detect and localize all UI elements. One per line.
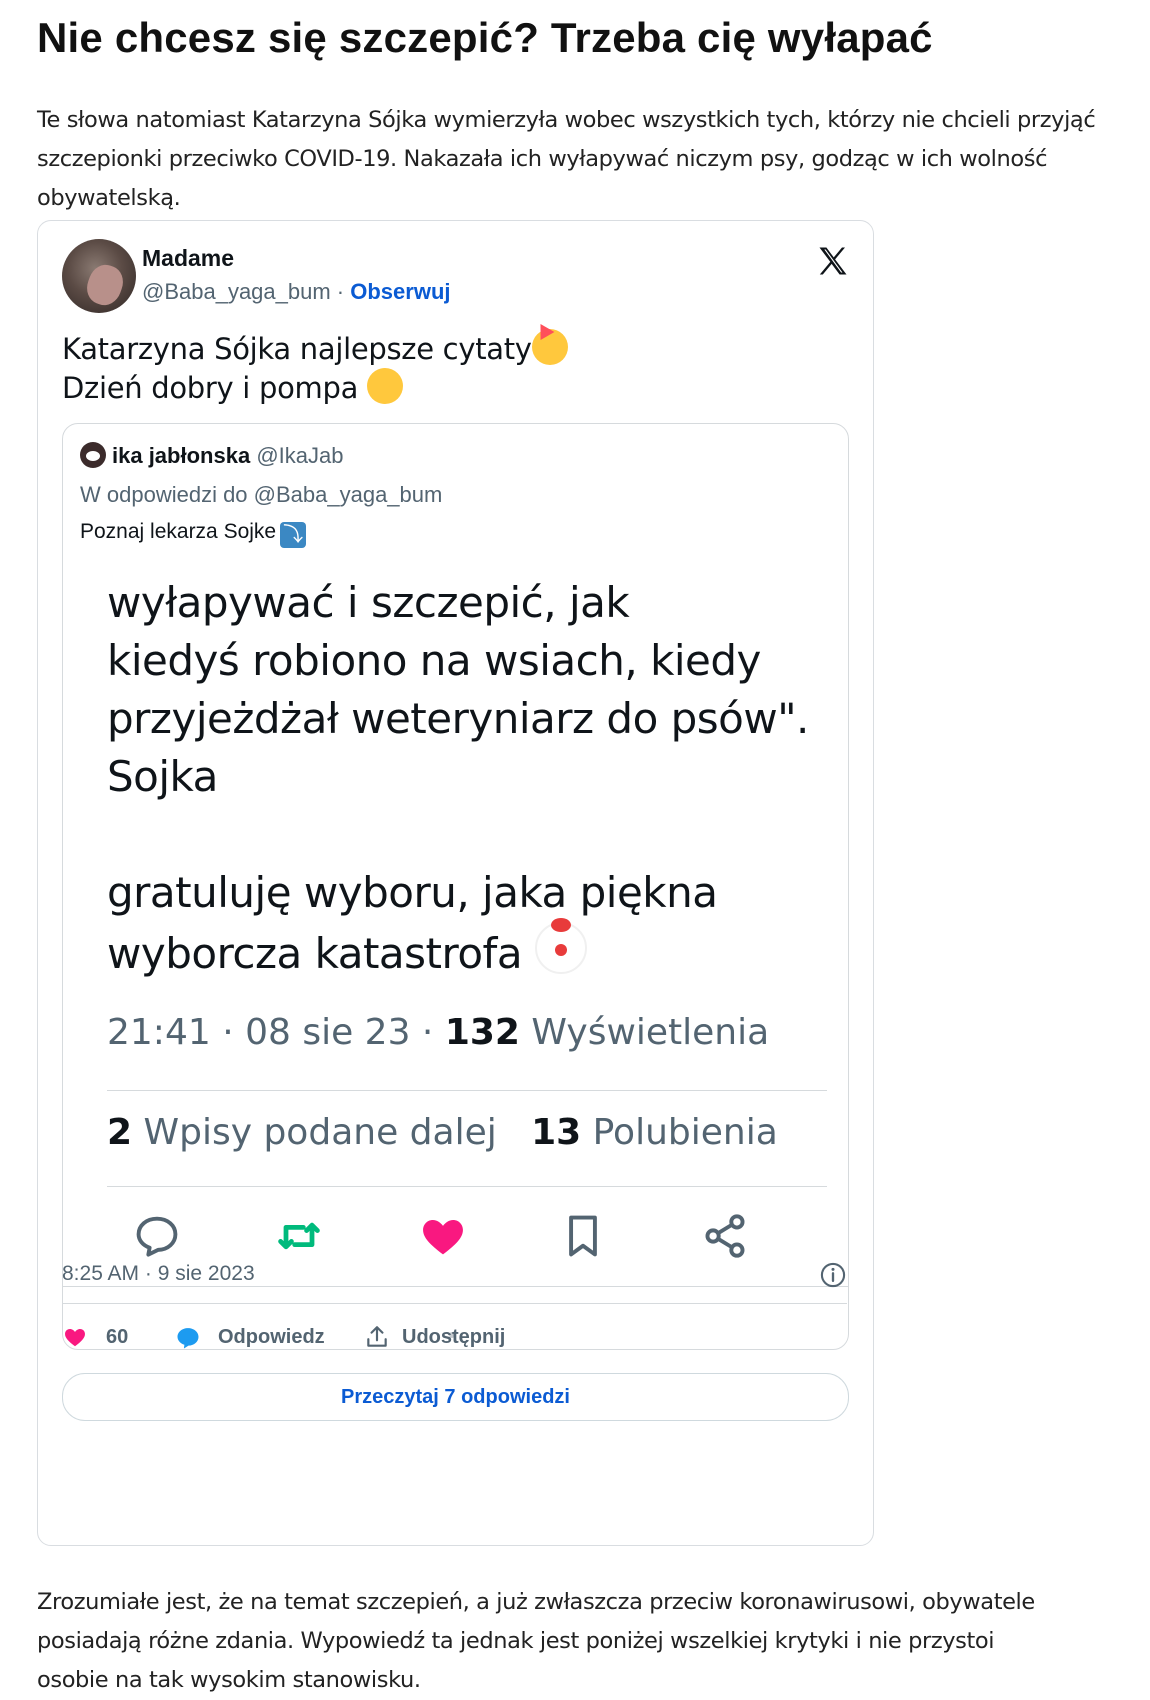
quoted-meta-time: 21:41 · 08 sie 23 · — [107, 1012, 445, 1053]
divider — [107, 1186, 827, 1187]
yawn-face-icon — [367, 368, 403, 404]
tweet-text-line-2-content: Dzień dobry i pompa — [62, 371, 367, 405]
quoted-action-bar — [107, 1210, 827, 1270]
read-replies-button[interactable]: Przeczytaj 7 odpowiedzi — [62, 1373, 849, 1421]
quoted-intro-row: Poznaj lekarza Sojke ⤵ — [80, 520, 307, 548]
share-icon[interactable] — [699, 1210, 751, 1262]
divider — [63, 1286, 848, 1287]
tweet-text-line-2: Dzień dobry i pompa — [62, 368, 568, 407]
quoted-tweet[interactable]: ika jabłonska @IkaJab W odpowiedzi do @B… — [62, 423, 849, 1350]
tweet-footer-actions: 60 Odpowiedz Udostępnij — [62, 1317, 847, 1357]
article-paragraph-1: Te słowa natomiast Katarzyna Sójka wymie… — [37, 107, 1096, 211]
like-count: 60 — [106, 1326, 129, 1348]
quoted-reply-to: W odpowiedzi do @Baba_yaga_bum — [80, 482, 443, 507]
quoted-body-line-1: wyłapywać i szczepić, jak — [107, 578, 630, 627]
quoted-likes-count: 13 — [531, 1112, 582, 1153]
quoted-author-row: ika jabłonska @IkaJab — [80, 442, 343, 469]
share-button[interactable]: Udostępnij — [364, 1317, 534, 1357]
tweet-text-line-1-content: Katarzyna Sójka najlepsze cytaty — [62, 332, 532, 366]
quoted-body-line-2: kiedyś robiono na wsiach, kiedy — [107, 636, 761, 685]
divider — [62, 1303, 847, 1304]
reply-icon[interactable] — [131, 1210, 183, 1262]
quoted-stats: 2 Wpisy podane dalej 13 Polubienia — [107, 1112, 778, 1153]
tweet-text-line-1: Katarzyna Sójka najlepsze cytaty — [62, 329, 568, 368]
like-button[interactable]: 60 — [62, 1317, 142, 1357]
tweet-author-name[interactable]: Madame — [142, 245, 234, 272]
reply-button[interactable]: Odpowiedz — [174, 1317, 344, 1357]
quoted-body-line-3: przyjeżdżał weteryniarz do psów". — [107, 694, 809, 743]
article-headline: Nie chcesz się szczepić? Trzeba cię wyła… — [37, 14, 933, 61]
bookmark-icon[interactable] — [557, 1210, 609, 1262]
divider — [107, 1090, 827, 1091]
avatar[interactable] — [62, 239, 136, 313]
quoted-body-line-6-row: wyborcza katastrofa — [107, 918, 827, 983]
quoted-retweets-label: Wpisy podane dalej — [132, 1112, 497, 1153]
quoted-meta: 21:41 · 08 sie 23 · 132 Wyświetlenia — [107, 1012, 769, 1053]
follow-button[interactable]: Obserwuj — [350, 279, 450, 304]
retweet-icon[interactable] — [273, 1210, 325, 1262]
quoted-body-line-5: gratuluję wyboru, jaka piękna — [107, 868, 718, 917]
tweet-text: Katarzyna Sójka najlepsze cytaty Dzień d… — [62, 329, 568, 407]
tweet-author-handle-row: @Baba_yaga_bum · Obserwuj — [142, 279, 451, 305]
info-icon[interactable] — [819, 1261, 847, 1289]
tweet-timestamp[interactable]: 8:25 AM · 9 sie 2023 — [62, 1262, 255, 1286]
tweet-author-handle[interactable]: @Baba_yaga_bum — [142, 279, 331, 304]
quoted-screenshot-text: wyłapywać i szczepić, jak kiedyś robiono… — [107, 574, 827, 983]
article-paragraph-2: Zrozumiałe jest, że na temat szczepień, … — [37, 1589, 1035, 1693]
clown-icon — [534, 918, 587, 974]
separator-dot: · — [330, 279, 351, 304]
speech-bubble-icon — [177, 1328, 199, 1349]
x-logo-icon[interactable] — [815, 243, 851, 279]
upload-icon — [367, 1326, 387, 1347]
quoted-likes-label: Polubienia — [581, 1112, 778, 1153]
quoted-intro-text: Poznaj lekarza Sojke — [80, 520, 277, 543]
quoted-body-line-6: wyborcza katastrofa — [107, 929, 535, 978]
heart-icon — [65, 1328, 85, 1347]
heart-icon[interactable] — [417, 1210, 469, 1262]
quoted-retweets-count: 2 — [107, 1112, 133, 1153]
quoted-body-line-4: Sojka — [107, 752, 218, 801]
party-face-icon — [531, 329, 568, 365]
quoted-avatar-icon — [80, 442, 106, 468]
tweet-embed-card[interactable]: Madame @Baba_yaga_bum · Obserwuj Katarzy… — [37, 220, 874, 1546]
quoted-views-label: Wyświetlenia — [519, 1012, 770, 1053]
article-page: Nie chcesz się szczepić? Trzeba cię wyła… — [0, 0, 1150, 1700]
share-label: Udostępnij — [402, 1326, 506, 1348]
quoted-author-name[interactable]: ika jabłonska — [112, 443, 250, 468]
reply-label: Odpowiedz — [218, 1326, 325, 1348]
arrow-down-right-icon: ⤵ — [280, 522, 307, 548]
quoted-views-count: 132 — [444, 1012, 520, 1053]
quoted-author-handle[interactable]: @IkaJab — [256, 443, 343, 468]
